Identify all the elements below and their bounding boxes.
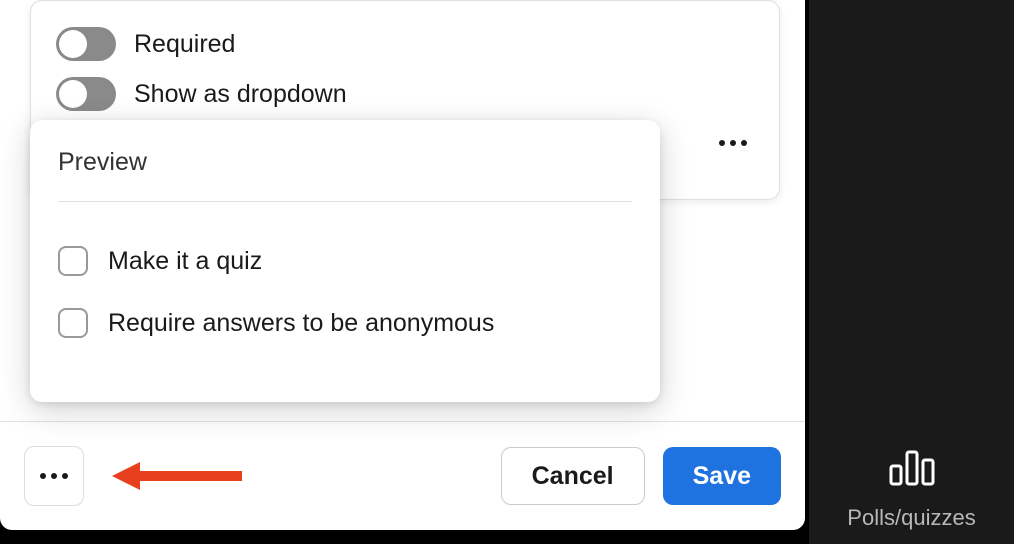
arrow-left-icon	[112, 456, 242, 496]
make-quiz-checkbox[interactable]	[58, 246, 88, 276]
popup-divider	[58, 201, 632, 202]
footer-more-button[interactable]	[24, 446, 84, 506]
required-toggle-row[interactable]: Required	[56, 19, 347, 69]
more-horizontal-icon	[719, 140, 747, 146]
dropdown-toggle[interactable]	[56, 77, 116, 111]
main-dialog: Required Show as dropdown	[0, 0, 805, 530]
make-quiz-label: Make it a quiz	[108, 247, 262, 276]
dark-side-panel: Polls/quizzes	[809, 0, 1014, 544]
make-quiz-option[interactable]: Make it a quiz	[58, 230, 632, 292]
arrow-annotation	[112, 456, 242, 496]
save-button[interactable]: Save	[663, 447, 781, 505]
polls-quizzes-tab[interactable]: Polls/quizzes	[809, 434, 1014, 544]
dropdown-toggle-label: Show as dropdown	[134, 80, 347, 109]
more-horizontal-icon	[40, 473, 68, 479]
popup-title: Preview	[58, 148, 632, 177]
anonymous-option[interactable]: Require answers to be anonymous	[58, 292, 632, 354]
more-options-popup: Preview Make it a quiz Require answers t…	[30, 120, 660, 402]
card-more-button[interactable]	[715, 129, 751, 157]
bar-chart-icon	[886, 448, 938, 493]
polls-quizzes-label: Polls/quizzes	[847, 505, 975, 531]
required-toggle[interactable]	[56, 27, 116, 61]
required-toggle-label: Required	[134, 30, 235, 59]
dropdown-toggle-row[interactable]: Show as dropdown	[56, 69, 347, 119]
anonymous-label: Require answers to be anonymous	[108, 309, 494, 338]
dialog-footer: Cancel Save	[0, 422, 805, 530]
anonymous-checkbox[interactable]	[58, 308, 88, 338]
cancel-button[interactable]: Cancel	[501, 447, 645, 505]
